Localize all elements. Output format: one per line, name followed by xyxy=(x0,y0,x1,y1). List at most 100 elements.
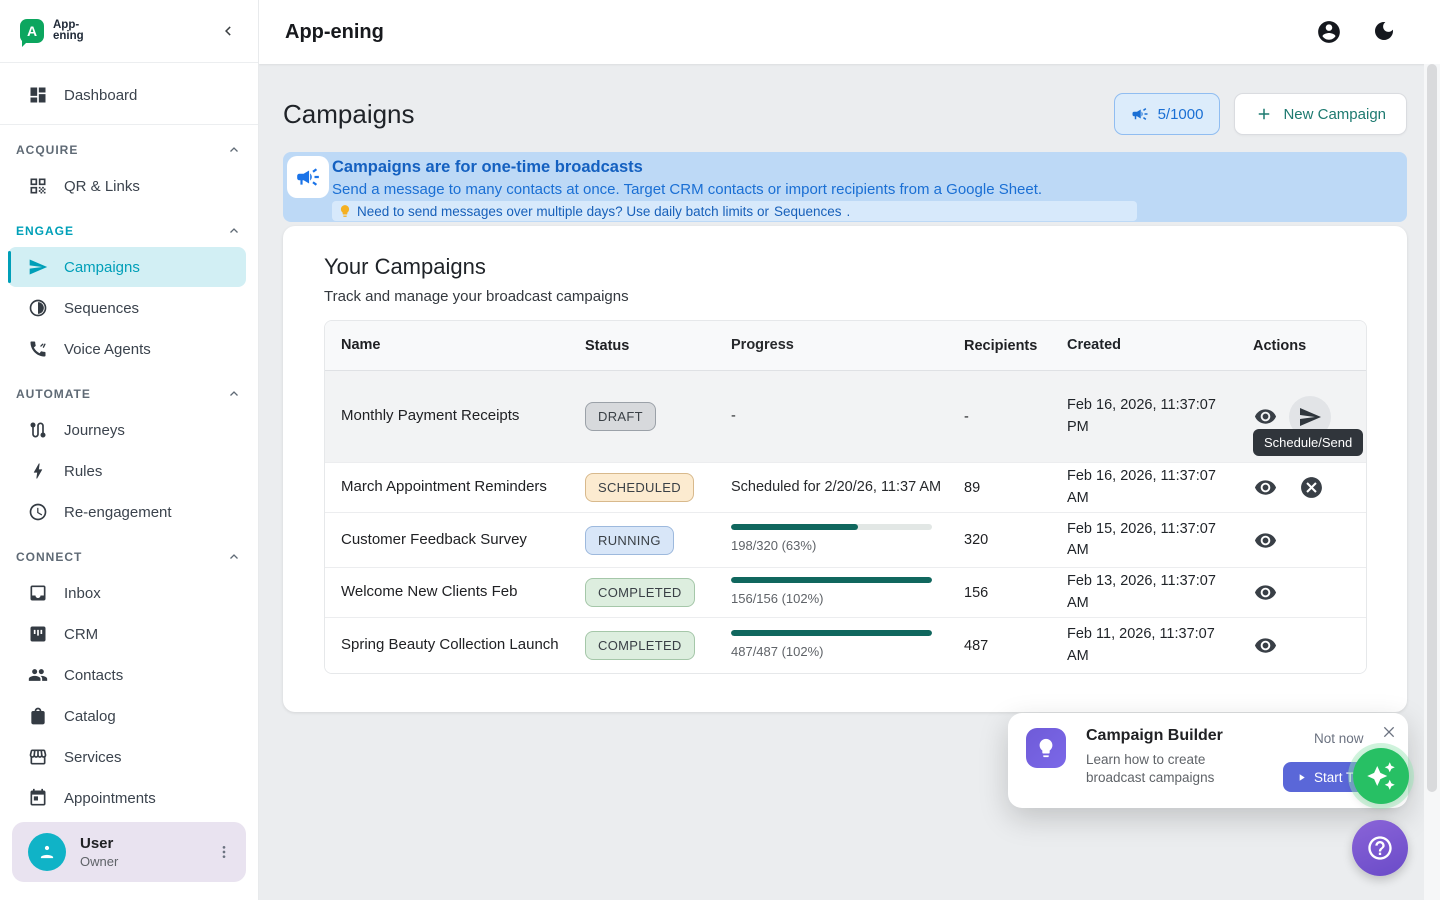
sidebar-item-rules[interactable]: Rules xyxy=(0,451,258,491)
app-title: App-ening xyxy=(285,21,384,44)
dark-mode-button[interactable] xyxy=(1372,19,1398,45)
sidebar-item-contacts[interactable]: Contacts xyxy=(0,655,258,695)
sidebar-item-dashboard[interactable]: Dashboard xyxy=(0,75,258,115)
section-automate[interactable]: AUTOMATE xyxy=(0,379,258,409)
qr-code-icon xyxy=(28,176,48,196)
not-now-button[interactable]: Not now xyxy=(1314,731,1364,746)
sidebar-item-sequences[interactable]: Sequences xyxy=(0,288,258,328)
sidebar-item-re-engagement[interactable]: Re-engagement xyxy=(0,492,258,532)
created-cell: Feb 16, 2026, 11:37:07 AM xyxy=(1067,466,1243,508)
banner-tip: Need to send messages over multiple days… xyxy=(332,201,1137,221)
section-engage[interactable]: ENGAGE xyxy=(0,216,258,246)
view-button[interactable] xyxy=(1253,476,1277,500)
sequences-link[interactable]: Sequences xyxy=(774,204,842,219)
sidebar-item-journeys[interactable]: Journeys xyxy=(0,410,258,450)
kanban-icon xyxy=(28,624,48,644)
popup-icon-box xyxy=(1026,728,1066,768)
help-fab[interactable] xyxy=(1352,820,1408,876)
help-icon xyxy=(1366,834,1394,862)
eye-icon xyxy=(1254,581,1277,604)
card-title: Your Campaigns xyxy=(324,254,1367,280)
sidebar-item-label: Sequences xyxy=(64,300,139,317)
sidebar-item-services[interactable]: Services xyxy=(0,737,258,777)
megaphone-icon xyxy=(1131,105,1149,123)
sidebar-item-crm[interactable]: CRM xyxy=(0,614,258,654)
progress-bar xyxy=(731,577,932,583)
sidebar-item-label: Voice Agents xyxy=(64,341,151,358)
scrollbar-thumb[interactable] xyxy=(1427,64,1437,792)
account-circle-icon xyxy=(1316,19,1342,45)
new-campaign-label: New Campaign xyxy=(1283,106,1386,123)
sidebar-item-campaigns[interactable]: Campaigns xyxy=(8,247,246,287)
inbox-icon xyxy=(28,583,48,603)
phone-icon xyxy=(28,339,48,359)
campaigns-table: Name Status Progress Recipients Created … xyxy=(324,320,1367,674)
sidebar-item-label: Appointments xyxy=(64,790,156,807)
sidebar-collapse-button[interactable] xyxy=(216,18,242,44)
section-connect[interactable]: CONNECT xyxy=(0,542,258,572)
info-banner: Campaigns are for one-time broadcasts Se… xyxy=(283,152,1407,222)
progress-text: 198/320 (63%) xyxy=(731,537,948,555)
sidebar-item-inbox[interactable]: Inbox xyxy=(0,573,258,613)
campaign-builder-popup: Campaign Builder Learn how to create bro… xyxy=(1008,713,1408,808)
calendar-icon xyxy=(28,788,48,808)
card-subtitle: Track and manage your broadcast campaign… xyxy=(324,288,1367,305)
table-row[interactable]: Customer Feedback Survey RUNNING 198/320… xyxy=(325,513,1366,568)
sidebar-nav: Dashboard ACQUIRE QR & Links ENGAGE Camp… xyxy=(0,64,258,818)
status-badge: DRAFT xyxy=(585,402,656,431)
people-icon xyxy=(28,665,48,685)
popup-title: Campaign Builder xyxy=(1086,727,1223,745)
section-label: ENGAGE xyxy=(16,224,74,238)
user-card[interactable]: User Owner xyxy=(12,822,246,882)
table-header-row: Name Status Progress Recipients Created … xyxy=(325,321,1366,371)
progress-bar xyxy=(731,524,932,530)
sidebar-item-appointments[interactable]: Appointments xyxy=(0,778,258,818)
campaigns-card: Your Campaigns Track and manage your bro… xyxy=(283,226,1407,712)
progress-cell: 156/156 (102%) xyxy=(731,577,964,608)
sidebar-item-label: Rules xyxy=(64,463,102,480)
created-cell: Feb 13, 2026, 11:37:07 AM xyxy=(1067,571,1243,613)
close-icon xyxy=(1381,724,1397,740)
sparkles-icon xyxy=(1366,761,1396,791)
sidebar-item-label: Dashboard xyxy=(64,87,137,104)
brand-logo-icon: A xyxy=(20,19,44,43)
sidebar-item-label: Catalog xyxy=(64,708,116,725)
view-button[interactable] xyxy=(1253,405,1277,429)
sidebar-item-catalog[interactable]: Catalog xyxy=(0,696,258,736)
table-row[interactable]: Spring Beauty Collection Launch COMPLETE… xyxy=(325,618,1366,673)
more-options-button[interactable] xyxy=(216,844,232,860)
recipients-cell: - xyxy=(964,409,1067,425)
banner-body: Send a message to many contacts at once.… xyxy=(332,181,1395,198)
sidebar-item-label: Inbox xyxy=(64,585,101,602)
ai-assistant-fab[interactable] xyxy=(1353,748,1409,804)
brand-name-line2: ening xyxy=(53,31,84,42)
campaign-name: March Appointment Reminders xyxy=(325,477,585,497)
view-button[interactable] xyxy=(1253,528,1277,552)
user-avatar xyxy=(28,833,66,871)
close-popup-button[interactable] xyxy=(1378,721,1400,743)
campaign-name: Monthly Payment Receipts xyxy=(325,406,585,426)
sidebar-item-voice-agents[interactable]: Voice Agents xyxy=(0,329,258,369)
topbar: App-ening xyxy=(259,0,1440,64)
new-campaign-button[interactable]: New Campaign xyxy=(1234,93,1407,135)
section-acquire[interactable]: ACQUIRE xyxy=(0,135,258,165)
user-panel: User Owner xyxy=(0,818,258,900)
quota-badge[interactable]: 5/1000 xyxy=(1114,93,1221,135)
sidebar-item-label: Journeys xyxy=(64,422,125,439)
user-role: Owner xyxy=(80,854,118,869)
cancel-button[interactable] xyxy=(1299,476,1323,500)
eye-icon xyxy=(1254,529,1277,552)
view-button[interactable] xyxy=(1253,581,1277,605)
view-button[interactable] xyxy=(1253,634,1277,658)
account-button[interactable] xyxy=(1316,19,1342,45)
sidebar-item-label: CRM xyxy=(64,626,98,643)
table-row[interactable]: Welcome New Clients Feb COMPLETED 156/15… xyxy=(325,568,1366,618)
chevron-left-icon xyxy=(222,24,236,38)
chevron-up-icon xyxy=(228,551,240,563)
progress-bar-fill xyxy=(731,524,858,530)
table-row[interactable]: Monthly Payment Receipts DRAFT - - Feb 1… xyxy=(325,371,1366,463)
page-header: Campaigns 5/1000 New Campaign xyxy=(283,90,1407,138)
banner-title: Campaigns are for one-time broadcasts xyxy=(332,158,1395,177)
sidebar-item-qr-links[interactable]: QR & Links xyxy=(0,166,258,206)
table-row[interactable]: March Appointment Reminders SCHEDULED Sc… xyxy=(325,463,1366,513)
